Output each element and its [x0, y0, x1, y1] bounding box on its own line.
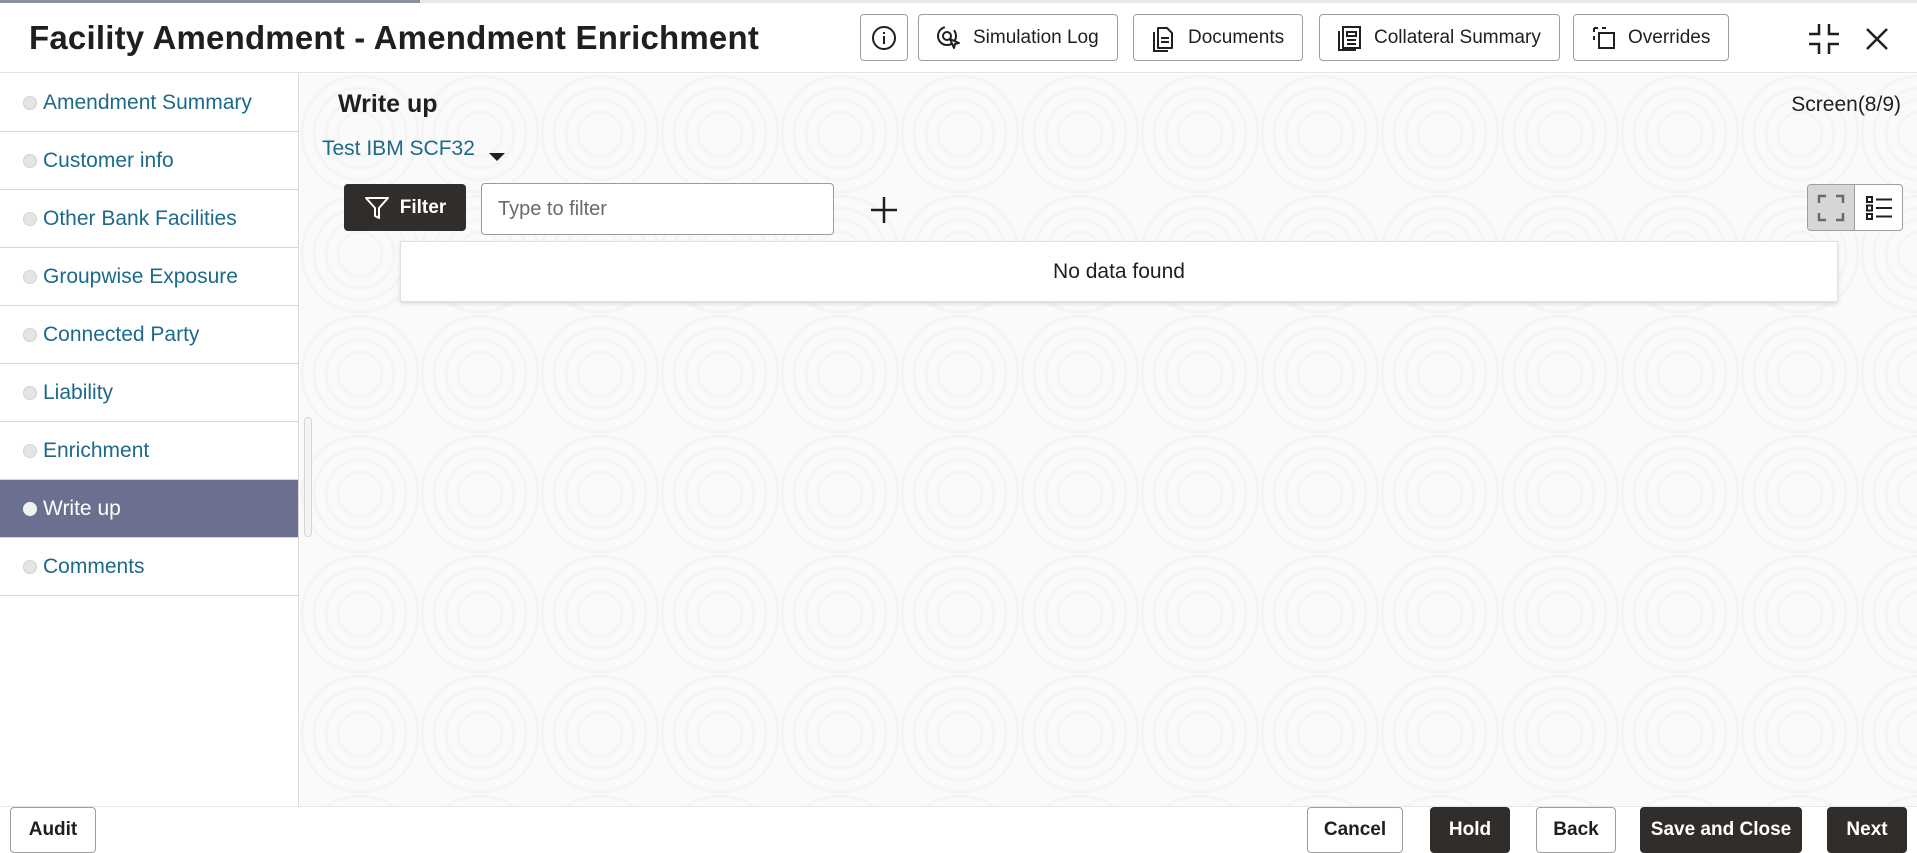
step-dot: [23, 559, 37, 574]
simulation-log-button[interactable]: Simulation Log: [918, 14, 1118, 61]
next-button[interactable]: Next: [1827, 807, 1907, 853]
empty-state: No data found: [400, 241, 1838, 302]
sidebar-item-label: Write up: [43, 496, 121, 520]
sidebar-item-label: Connected Party: [43, 322, 200, 346]
hold-button[interactable]: Hold: [1430, 807, 1510, 853]
sidebar-item-label: Amendment Summary: [43, 90, 252, 114]
sidebar-item-enrichment[interactable]: Enrichment: [0, 422, 298, 480]
close-icon[interactable]: [1860, 22, 1894, 56]
page-title: Facility Amendment - Amendment Enrichmen…: [29, 19, 760, 56]
collateral-summary-label: Collateral Summary: [1374, 26, 1541, 48]
back-button[interactable]: Back: [1536, 807, 1616, 853]
step-dot: [23, 443, 37, 458]
sidebar-item-liability[interactable]: Liability: [0, 364, 298, 422]
party-select[interactable]: Test IBM SCF32: [322, 137, 475, 161]
sidebar-item-label: Customer info: [43, 148, 174, 172]
sidebar-item-customer-info[interactable]: Customer info: [0, 132, 298, 190]
cancel-button[interactable]: Cancel: [1307, 807, 1403, 853]
sidebar-item-connected-party[interactable]: Connected Party: [0, 306, 298, 364]
sidebar-item-groupwise-exposure[interactable]: Groupwise Exposure: [0, 248, 298, 306]
step-dot: [23, 327, 37, 342]
step-dot: [23, 385, 37, 400]
step-dot: [23, 153, 37, 168]
sidebar-scrollbar[interactable]: [304, 417, 312, 537]
sidebar-item-comments[interactable]: Comments: [0, 538, 298, 596]
step-dot: [23, 269, 37, 284]
sidebar-item-label: Enrichment: [43, 438, 150, 462]
filter-button-label: Filter: [399, 196, 447, 218]
documents-label: Documents: [1188, 26, 1285, 48]
sidebar: Amendment Summary Customer info Other Ba…: [0, 74, 299, 807]
filter-input[interactable]: [481, 183, 834, 235]
overrides-label: Overrides: [1628, 26, 1711, 48]
step-dot: [23, 95, 37, 110]
simulation-log-icon: [937, 25, 960, 49]
screen-counter: Screen(8/9): [1791, 93, 1901, 116]
save-and-close-button[interactable]: Save and Close: [1640, 807, 1802, 853]
sidebar-item-label: Other Bank Facilities: [43, 206, 237, 230]
card-view-button[interactable]: [1808, 185, 1856, 230]
list-view-icon: [1865, 195, 1892, 220]
sidebar-item-write-up[interactable]: Write up: [0, 480, 298, 538]
filter-button[interactable]: Filter: [344, 184, 466, 231]
sidebar-item-label: Groupwise Exposure: [43, 264, 238, 288]
info-icon: [872, 25, 896, 50]
collapse-icon[interactable]: [1807, 22, 1841, 56]
sidebar-item-other-bank-facilities[interactable]: Other Bank Facilities: [0, 190, 298, 248]
step-dot-active: [23, 501, 37, 516]
step-dot: [23, 211, 37, 226]
info-button[interactable]: [860, 14, 908, 61]
add-icon[interactable]: [868, 194, 900, 226]
collateral-summary-icon: [1338, 25, 1361, 51]
list-view-button[interactable]: [1855, 185, 1902, 230]
overrides-button[interactable]: Overrides: [1573, 14, 1730, 61]
audit-button[interactable]: Audit: [10, 807, 96, 853]
simulation-log-label: Simulation Log: [973, 26, 1099, 48]
expand-view-icon: [1817, 194, 1845, 221]
documents-icon: [1153, 26, 1173, 52]
sidebar-item-amendment-summary[interactable]: Amendment Summary: [0, 74, 298, 132]
empty-state-message: No data found: [1053, 259, 1185, 283]
overrides-icon: [1593, 26, 1615, 49]
caret-down-icon[interactable]: [489, 153, 505, 161]
sidebar-item-label: Liability: [43, 380, 114, 404]
collateral-summary-button[interactable]: Collateral Summary: [1319, 14, 1560, 61]
footer: [0, 806, 1917, 853]
view-toggle: [1807, 184, 1903, 231]
sidebar-item-label: Comments: [43, 554, 145, 578]
header: Facility Amendment - Amendment Enrichmen…: [0, 3, 1917, 73]
section-title: Write up: [338, 90, 438, 118]
filter-icon: [364, 196, 389, 219]
documents-button[interactable]: Documents: [1133, 14, 1304, 61]
